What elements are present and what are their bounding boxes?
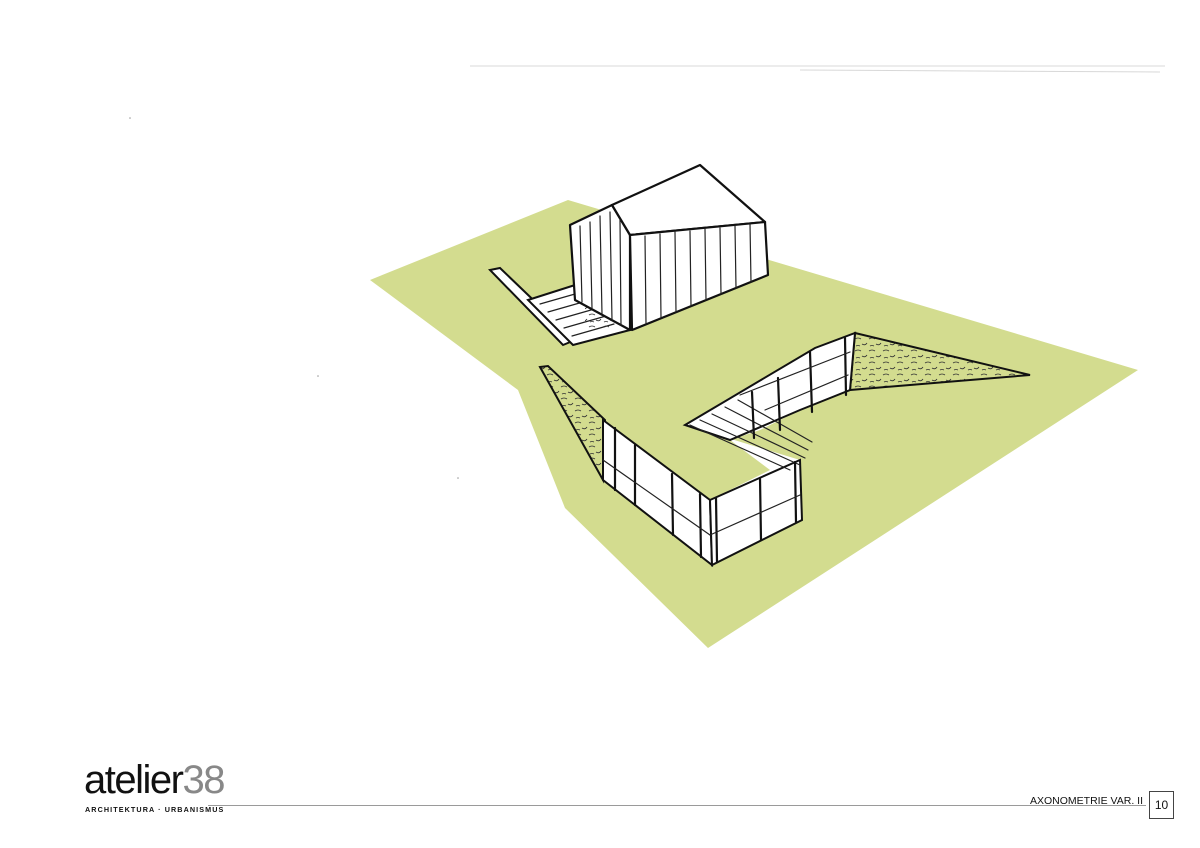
logo-subtitle: ARCHITEKTURA · URBANISMUS — [85, 805, 225, 814]
logo-wordmark: atelier38 — [84, 758, 225, 802]
logo-number: 38 — [182, 758, 225, 802]
top-faint-marks — [470, 65, 1165, 73]
logo-word: atelier — [84, 758, 184, 802]
page-number: 10 — [1154, 798, 1169, 812]
sheet-title: AXONOMETRIE VAR. II — [1030, 795, 1143, 807]
page-number-box: 10 — [1149, 791, 1174, 819]
footer-divider — [208, 805, 1146, 806]
atelier38-logo: atelier38 ARCHITEKTURA · URBANISMUS — [84, 760, 225, 820]
axonometric-sketch — [129, 65, 1165, 648]
